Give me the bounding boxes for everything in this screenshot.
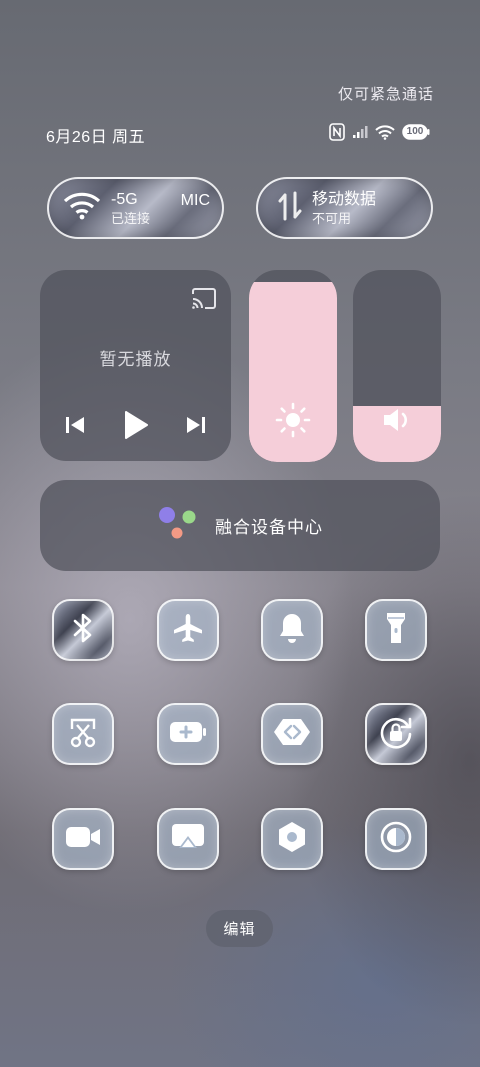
airplane-icon xyxy=(171,611,205,650)
wifi-toggle-pill[interactable]: -5G 已连接 MIC xyxy=(47,177,224,239)
bluetooth-icon xyxy=(70,611,96,650)
device-center-icon xyxy=(157,505,199,546)
screen-record-icon xyxy=(64,824,102,855)
wifi-ssid-right: MIC xyxy=(180,192,210,209)
brightness-icon xyxy=(249,402,337,438)
screen-record-tile[interactable] xyxy=(52,808,114,870)
nfc-icon xyxy=(329,123,345,141)
dark-mode-tile[interactable] xyxy=(365,808,427,870)
status-icons: 100 xyxy=(329,122,430,142)
cast-icon[interactable] xyxy=(191,288,217,315)
dark-mode-icon xyxy=(379,820,413,859)
next-track-icon[interactable] xyxy=(185,414,207,441)
mobile-data-toggle-pill[interactable]: 移动数据 不可用 xyxy=(256,177,433,239)
flashlight-tile[interactable] xyxy=(365,599,427,661)
volume-slider[interactable] xyxy=(353,270,441,462)
screen-cast-icon xyxy=(170,822,206,857)
brightness-slider[interactable] xyxy=(249,270,337,462)
battery-level-text: 100 xyxy=(406,126,424,137)
play-icon[interactable] xyxy=(123,410,149,445)
date-label: 6月26日 周五 xyxy=(46,129,146,146)
settings-tile[interactable] xyxy=(261,808,323,870)
battery-saver-icon xyxy=(169,720,207,749)
signal-icon xyxy=(352,125,368,139)
flashlight-icon xyxy=(384,610,408,651)
bluetooth-tile[interactable] xyxy=(52,599,114,661)
airplane-mode-tile[interactable] xyxy=(157,599,219,661)
rotation-lock-icon xyxy=(378,714,414,755)
mobile-data-title: 移动数据 xyxy=(312,190,377,208)
screen-cast-tile[interactable] xyxy=(157,808,219,870)
wifi-status: 已连接 xyxy=(111,210,151,226)
edit-button[interactable]: 编辑 xyxy=(206,910,273,947)
previous-track-icon[interactable] xyxy=(64,414,86,441)
emergency-calls-only-label: 仅可紧急通话 xyxy=(337,86,434,103)
share-icon xyxy=(273,717,311,752)
battery-saver-tile[interactable] xyxy=(157,703,219,765)
rotation-lock-tile[interactable] xyxy=(365,703,427,765)
media-player-card[interactable]: 暂无播放 xyxy=(40,270,231,461)
screenshot-icon xyxy=(67,715,99,754)
media-controls xyxy=(64,410,207,445)
settings-icon xyxy=(275,820,309,859)
mobile-data-icon xyxy=(278,191,302,226)
bell-icon xyxy=(277,611,307,650)
battery-icon: 100 xyxy=(402,123,430,141)
screenshot-tile[interactable] xyxy=(52,703,114,765)
device-center-card[interactable]: 融合设备中心 xyxy=(40,480,440,571)
share-tile[interactable] xyxy=(261,703,323,765)
wifi-ssid: -5G xyxy=(111,190,138,208)
wifi-icon xyxy=(63,191,101,226)
wifi-icon xyxy=(375,124,395,140)
ringer-tile[interactable] xyxy=(261,599,323,661)
device-center-label: 融合设备中心 xyxy=(215,518,323,537)
media-status: 暂无播放 xyxy=(99,350,172,369)
volume-icon xyxy=(353,406,441,434)
mobile-data-status: 不可用 xyxy=(312,210,352,226)
